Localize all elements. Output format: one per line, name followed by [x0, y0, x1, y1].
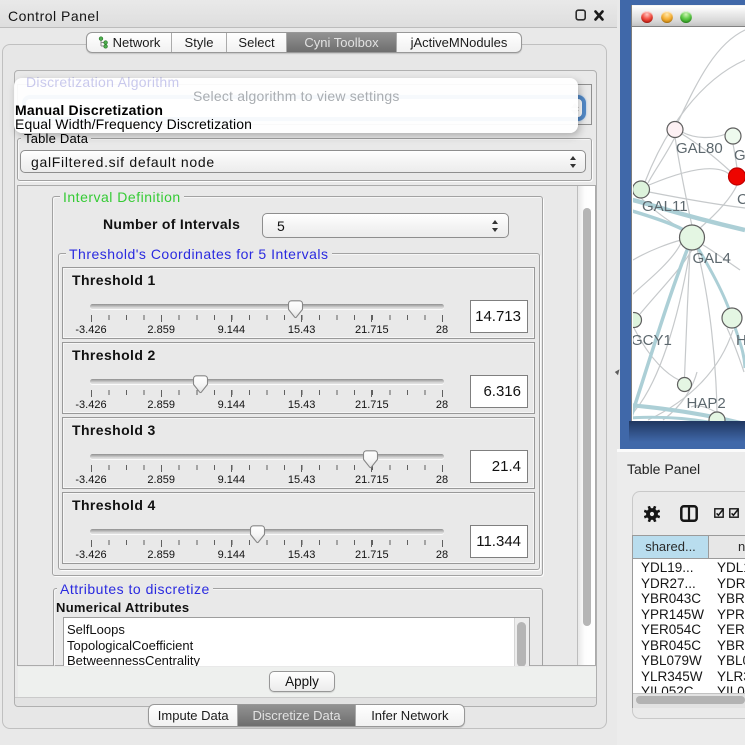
svg-text:C: C — [737, 191, 745, 208]
svg-text:GCY1: GCY1 — [633, 332, 672, 349]
svg-text:GA: GA — [734, 147, 745, 164]
svg-text:H: H — [736, 332, 745, 349]
svg-text:HAP2: HAP2 — [687, 395, 726, 412]
svg-text:GAL4: GAL4 — [693, 250, 731, 267]
svg-text:GAL80: GAL80 — [676, 140, 723, 157]
svg-text:GAL11: GAL11 — [642, 198, 688, 215]
